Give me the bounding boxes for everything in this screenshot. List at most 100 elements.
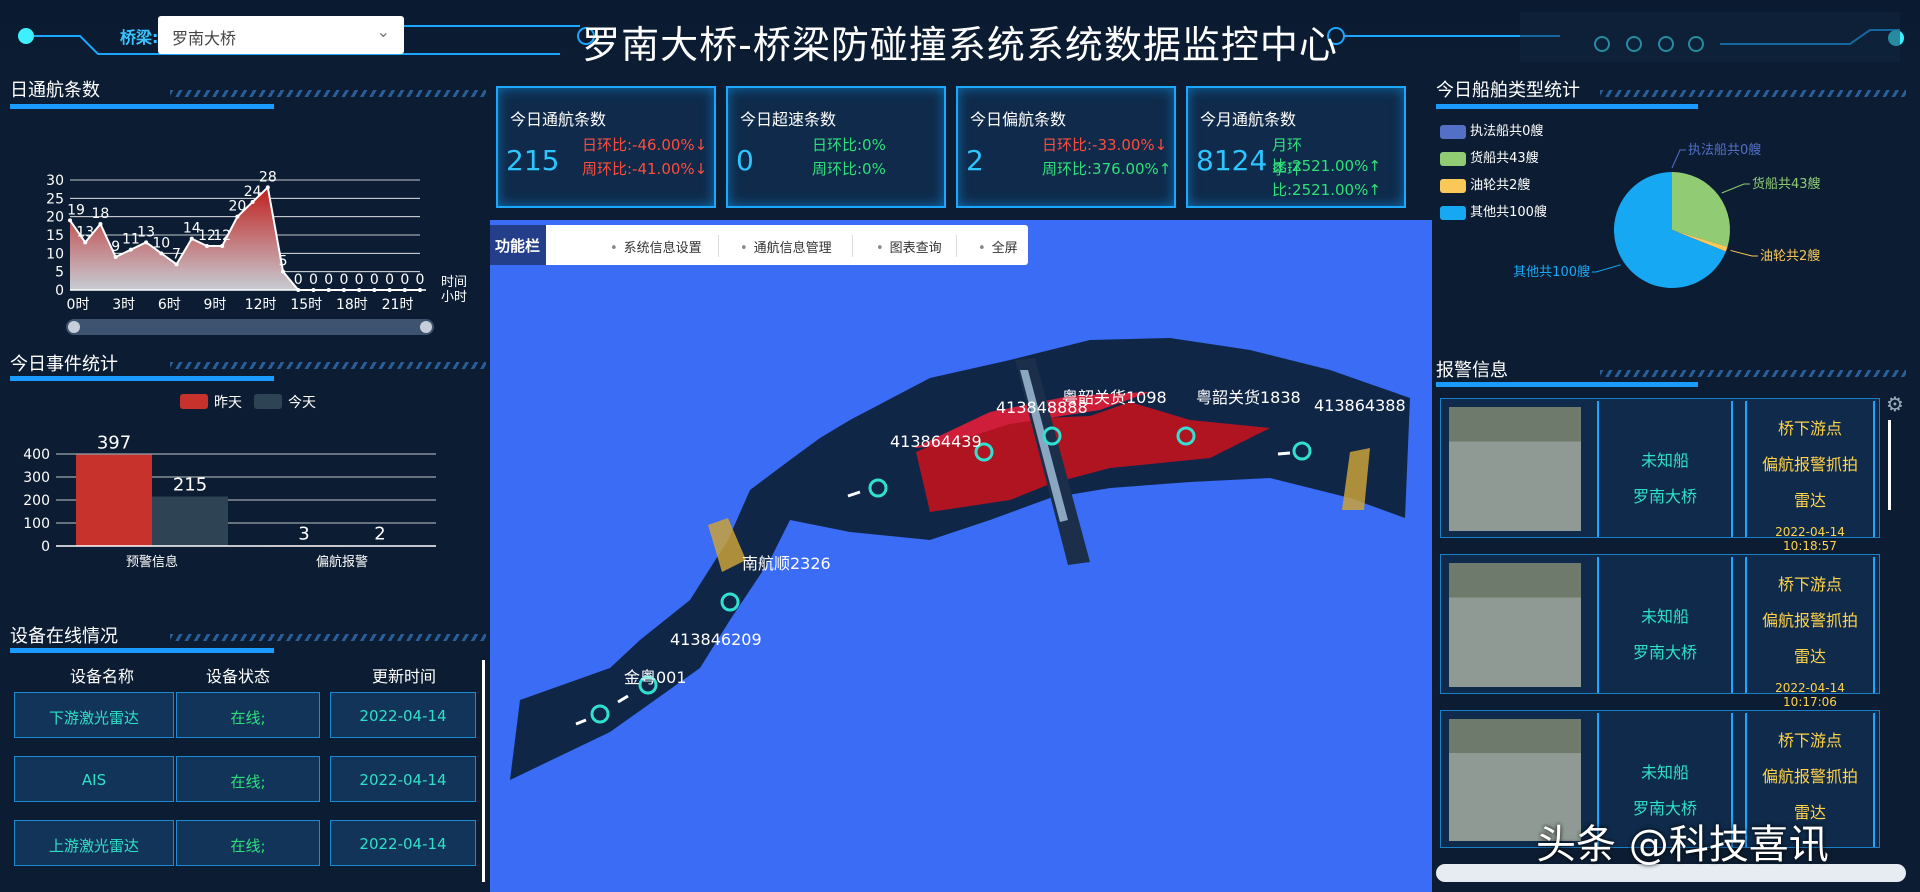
alarm-snapshot[interactable] bbox=[1449, 407, 1581, 531]
data-point bbox=[174, 262, 179, 267]
menu-item-fullscreen[interactable]: 全屏 bbox=[978, 237, 1018, 256]
data-point bbox=[144, 240, 149, 245]
menu-item-chart-query[interactable]: 图表查询 bbox=[876, 237, 942, 256]
pie-leader-line bbox=[1671, 149, 1686, 169]
data-label: 0 bbox=[324, 272, 333, 288]
data-label: 0 bbox=[294, 272, 303, 288]
devices-header-name: 设备名称 bbox=[69, 667, 134, 686]
menu-item-navigation-management[interactable]: 通航信息管理 bbox=[740, 237, 832, 256]
chevron-down-icon: ⌄ bbox=[376, 22, 390, 41]
pie-label: 油轮共2艘 bbox=[1760, 248, 1820, 264]
devices-scrollbar[interactable] bbox=[482, 660, 485, 882]
kpi-label: 今日通航条数 bbox=[510, 110, 607, 129]
alarm-snapshot[interactable] bbox=[1449, 563, 1581, 687]
ship-label[interactable]: 南航顺2326 bbox=[742, 550, 831, 574]
alarm-type: 偏航报警抓拍 bbox=[1761, 767, 1858, 786]
y-tick-label: 0 bbox=[41, 539, 50, 555]
alarm-time: 2022-04-14 10:18:57 bbox=[1775, 525, 1845, 553]
river-map[interactable]: 粤韶关货1098 粤韶关货1838 413848888 413864388 41… bbox=[490, 220, 1432, 892]
ship-types-title: 今日船舶类型统计 bbox=[1436, 80, 1580, 101]
kpi-card-speeding[interactable]: 今日超速条数 0 日环比:0% 周环比:0% bbox=[726, 86, 946, 208]
divider bbox=[718, 235, 719, 257]
y-tick-label: 25 bbox=[46, 191, 64, 207]
menu-item-system-settings[interactable]: 系统信息设置 bbox=[610, 237, 702, 256]
data-point bbox=[281, 269, 286, 274]
pie-leader-line bbox=[1721, 183, 1750, 194]
data-label: 19 bbox=[67, 202, 85, 218]
table-row[interactable]: 下游激光雷达 在线; 2022-04-14 bbox=[14, 692, 478, 738]
ship-label[interactable]: 粤韶关货1838 bbox=[1196, 384, 1301, 408]
function-bar: 功能栏 系统信息设置 通航信息管理 图表查询 全屏 bbox=[490, 225, 1028, 265]
divider bbox=[852, 235, 853, 257]
page-title: 罗南大桥-桥梁防碰撞系统系统数据监控中心 bbox=[582, 23, 1338, 67]
kpi-card-yaw[interactable]: 今日偏航条数 2 日环比:-33.00%↓ 周环比:376.00%↑ bbox=[956, 86, 1176, 208]
ship-label[interactable]: 金粤001 bbox=[624, 664, 687, 688]
slider-right-handle[interactable] bbox=[420, 321, 432, 333]
data-label: 5 bbox=[279, 254, 288, 270]
alarm-type: 偏航报警抓拍 bbox=[1761, 455, 1858, 474]
kpi-label: 今日超速条数 bbox=[740, 110, 837, 129]
device-name: 上游激光雷达 bbox=[14, 820, 174, 866]
events-chart: 昨天 今天 400 300 200 100 0 397 215 预警信息 3 2 偏航报警 bbox=[23, 394, 436, 570]
data-label: 9 bbox=[111, 239, 120, 255]
pie-label: 货船共43艘 bbox=[1752, 176, 1821, 192]
y-tick-label: 5 bbox=[55, 265, 64, 281]
y-tick-label: 30 bbox=[46, 173, 64, 189]
device-name: 下游激光雷达 bbox=[14, 692, 174, 738]
x-tick-label: 3时 bbox=[112, 297, 135, 313]
y-tick-label: 300 bbox=[23, 470, 50, 486]
device-status: 在线; bbox=[176, 756, 320, 802]
y-tick-label: 0 bbox=[55, 283, 64, 299]
legend-swatch bbox=[1440, 205, 1466, 220]
ship-label[interactable]: 413848888 bbox=[996, 398, 1088, 417]
daily-chart: 3025201510501913189 111310714121220242850… bbox=[46, 169, 467, 313]
data-label: 13 bbox=[76, 224, 94, 240]
alarm-item[interactable]: 未知船 罗南大桥 桥下游点 偏航报警抓拍 雷达 2022-04-14 10:18… bbox=[1440, 398, 1880, 553]
y-tick-label: 10 bbox=[46, 246, 64, 262]
alarm-position: 桥下游点 bbox=[1777, 419, 1842, 438]
kpi-card-daily[interactable]: 今日通航条数 215 日环比:-46.00%↓ 周环比:-41.00%↓ bbox=[496, 86, 716, 208]
table-row[interactable]: 上游激光雷达 在线; 2022-04-14 bbox=[14, 820, 478, 866]
daily-title: 日通航条数 bbox=[10, 80, 100, 101]
daily-zoom-slider[interactable] bbox=[66, 319, 434, 335]
x-tick-label: 预警信息 bbox=[126, 554, 178, 570]
kpi-ratio-1: 日环比:0% bbox=[812, 136, 886, 154]
alarm-ship: 未知船 bbox=[1640, 451, 1689, 470]
data-point bbox=[159, 251, 164, 256]
alarms-title: 报警信息 bbox=[1436, 360, 1508, 381]
data-label: 0 bbox=[309, 272, 318, 288]
ship-label[interactable]: 413846209 bbox=[670, 630, 762, 649]
bridge-select-value: 罗南大桥 bbox=[172, 29, 237, 48]
legend-swatch bbox=[1440, 124, 1466, 139]
kpi-card-monthly[interactable]: 今月通航条数 8124 月环比:2521.00%↑ 季环比:2521.00%↑ bbox=[1186, 86, 1406, 208]
table-row[interactable]: AIS 在线; 2022-04-14 bbox=[14, 756, 478, 802]
alarm-item[interactable]: 未知船 罗南大桥 桥下游点 偏航报警抓拍 雷达 2022-04-14 10:17… bbox=[1440, 554, 1880, 709]
x-tick-label: 偏航报警 bbox=[316, 554, 368, 570]
legend-swatch-yesterday bbox=[180, 394, 208, 409]
data-point bbox=[250, 200, 255, 204]
bar-label: 215 bbox=[173, 475, 207, 496]
bar-label: 2 bbox=[374, 524, 385, 545]
y-tick-label: 200 bbox=[23, 493, 50, 509]
slider-left-handle[interactable] bbox=[68, 321, 80, 333]
alarm-type: 偏航报警抓拍 bbox=[1761, 611, 1858, 630]
kpi-ratio-2: 周环比:0% bbox=[812, 160, 886, 178]
data-point bbox=[113, 255, 118, 259]
data-label: 18 bbox=[92, 206, 110, 222]
alarm-position: 桥下游点 bbox=[1777, 731, 1842, 750]
ship-label[interactable]: 413864388 bbox=[1314, 396, 1406, 415]
ship-label[interactable]: 413864439 bbox=[890, 432, 982, 451]
events-title: 今日事件统计 bbox=[10, 354, 118, 375]
alarm-bridge: 罗南大桥 bbox=[1632, 643, 1697, 662]
devices-title-line bbox=[10, 648, 490, 653]
alarms-scrollbar[interactable] bbox=[1888, 420, 1891, 510]
data-label: 24 bbox=[244, 184, 262, 200]
gear-icon[interactable]: ⚙ bbox=[1886, 392, 1904, 416]
data-point bbox=[220, 244, 225, 248]
x-tick-label: 18时 bbox=[336, 297, 368, 313]
bridge-select[interactable]: 罗南大桥 ⌄ bbox=[158, 16, 404, 54]
ship-types-pie: 执法船共0艘货船共43艘油轮共2艘其他共100艘 bbox=[1513, 142, 1821, 288]
kpi-ratio-2: 周环比:376.00%↑ bbox=[1042, 160, 1172, 178]
x-axis-unit: 小时 bbox=[441, 290, 467, 305]
data-point bbox=[68, 218, 72, 223]
